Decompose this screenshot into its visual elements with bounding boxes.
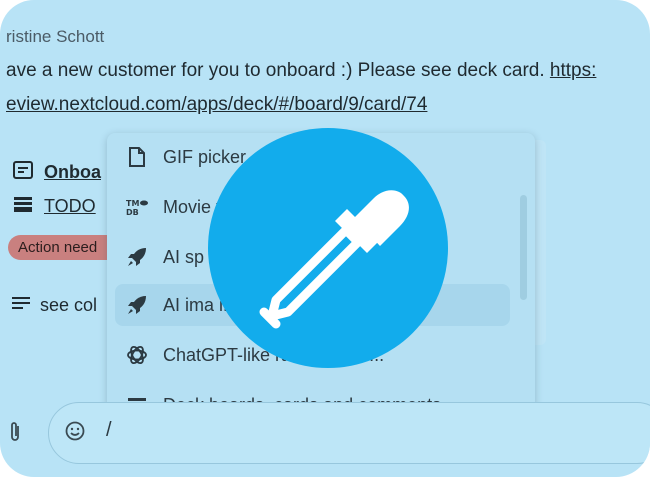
openai-icon (125, 343, 149, 367)
message-body: ave a new customer for you to onboard :)… (6, 60, 550, 81)
card-list-row[interactable]: TODO (12, 194, 96, 219)
color-picker-overlay (208, 128, 448, 368)
color-picker-dropper-icon (259, 190, 409, 329)
message-link[interactable]: https: (550, 60, 596, 81)
message-composer[interactable] (48, 402, 650, 464)
tmdb-icon: TM DB (125, 195, 149, 219)
card-icon (12, 160, 34, 185)
card-title[interactable]: Onboa (44, 162, 101, 183)
message-link-continued[interactable]: eview.nextcloud.com/apps/deck/#/board/9/… (6, 94, 427, 116)
svg-text:TM: TM (126, 199, 139, 208)
picker-scrollbar[interactable] (520, 195, 527, 300)
card-description-text: see col (40, 295, 98, 315)
file-icon (125, 145, 149, 169)
card-description: see col (10, 294, 97, 317)
text-lines-icon (10, 294, 32, 317)
message-author: ristine Schott (6, 27, 105, 46)
stack-icon (12, 194, 34, 219)
message-input[interactable]: / (106, 419, 112, 442)
emoji-icon[interactable] (64, 420, 86, 447)
paperclip-icon[interactable] (8, 420, 22, 449)
message-text: ave a new customer for you to onboard :)… (6, 60, 596, 82)
rocket-icon (125, 245, 149, 269)
rocket-icon (125, 293, 149, 317)
card-list-link[interactable]: TODO (44, 196, 96, 217)
card-title-row[interactable]: Onboa (12, 160, 101, 185)
app-window: ristine Schott ave a new customer for yo… (0, 0, 650, 477)
